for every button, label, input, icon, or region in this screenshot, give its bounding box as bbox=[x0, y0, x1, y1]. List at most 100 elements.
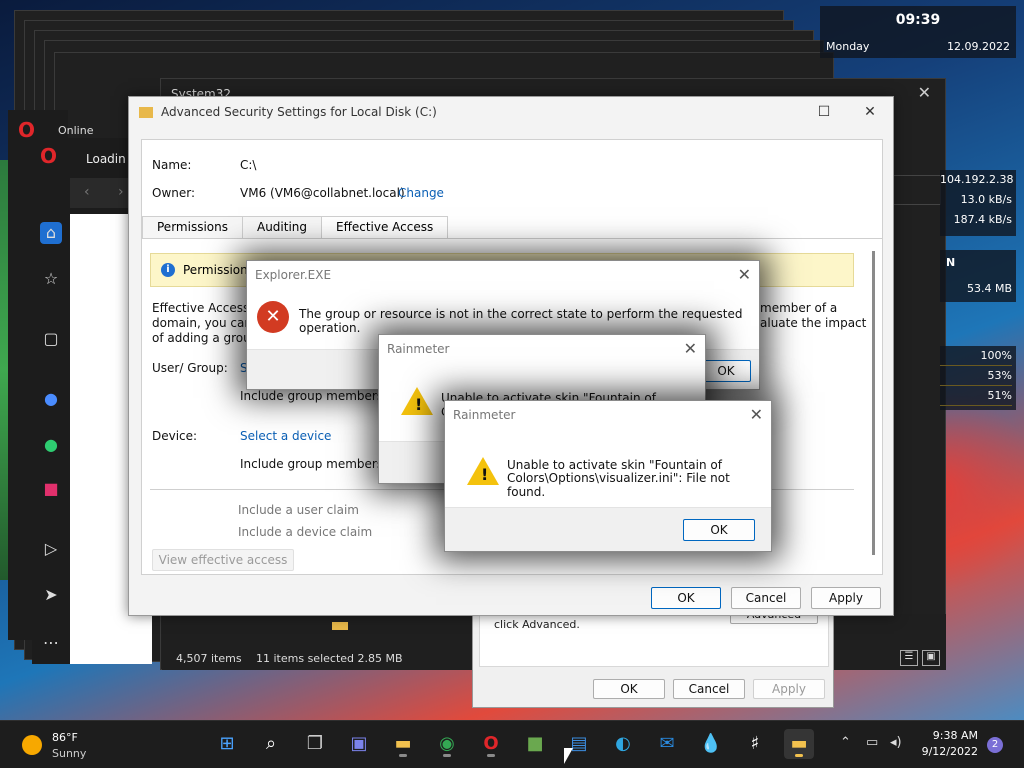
apply-button[interactable]: Apply bbox=[753, 679, 825, 699]
properties-dialog[interactable]: click Advanced. Advanced OK Cancel Apply bbox=[472, 600, 834, 708]
maximize-icon[interactable]: ☐ bbox=[801, 97, 847, 127]
weather-temperature[interactable]: 86°F bbox=[52, 731, 78, 744]
loading-tab-title: Loadin bbox=[86, 152, 126, 166]
messenger-icon[interactable]: ● bbox=[40, 388, 62, 410]
change-owner-link[interactable]: Change bbox=[398, 186, 444, 200]
home-icon[interactable]: ⌂ bbox=[40, 222, 62, 244]
instagram-icon[interactable]: ■ bbox=[40, 478, 62, 500]
tab-effective-access[interactable]: Effective Access bbox=[321, 216, 449, 238]
send-icon[interactable]: ➤ bbox=[40, 584, 62, 606]
close-icon[interactable]: ✕ bbox=[918, 83, 931, 102]
name-value: C:\ bbox=[240, 158, 257, 172]
cpu-core-3: 51% bbox=[940, 386, 1012, 406]
dialog-title: Explorer.EXE bbox=[255, 268, 332, 282]
memory-label: N bbox=[946, 256, 956, 269]
rainmeter-clock-widget[interactable]: 09:39 Monday 12.09.2022 bbox=[820, 6, 1016, 58]
description-line: member of a bbox=[760, 301, 838, 315]
title-bar[interactable]: Advanced Security Settings for Local Dis… bbox=[129, 97, 893, 127]
view-effective-access-button[interactable]: View effective access bbox=[152, 549, 294, 571]
item-count: 4,507 items bbox=[176, 652, 242, 665]
task-view-icon[interactable]: ❐ bbox=[300, 729, 330, 759]
details-view-icon[interactable]: ☰ bbox=[900, 650, 918, 666]
banner-text: Permission bbox=[183, 263, 248, 277]
opera-icon[interactable]: O bbox=[476, 729, 506, 759]
folder-icon bbox=[139, 106, 153, 118]
owner-value: VM6 (VM6@collabnet.local) bbox=[240, 186, 405, 200]
search-icon[interactable]: ⌕ bbox=[256, 729, 286, 759]
network-icon[interactable]: ▭ bbox=[866, 735, 878, 750]
clock-time[interactable]: 9:38 AM bbox=[924, 729, 978, 742]
select-device-link[interactable]: Select a device bbox=[240, 429, 331, 443]
whatsapp-icon[interactable]: ● bbox=[40, 434, 62, 456]
tiles-view-icon[interactable]: ▣ bbox=[922, 650, 940, 666]
dialog-title: Rainmeter bbox=[387, 342, 450, 356]
minecraft-icon[interactable]: ■ bbox=[520, 729, 550, 759]
mouse-cursor-icon bbox=[564, 748, 573, 764]
forward-icon[interactable]: › bbox=[118, 184, 124, 200]
ok-button[interactable]: OK bbox=[683, 519, 755, 541]
file-explorer-active-icon[interactable]: ▬ bbox=[784, 729, 814, 759]
dialog-footer: OK bbox=[445, 507, 771, 551]
cancel-button[interactable]: Cancel bbox=[731, 587, 801, 609]
volume-icon[interactable]: ◂) bbox=[890, 735, 902, 750]
close-icon[interactable]: ✕ bbox=[738, 265, 751, 284]
notification-badge[interactable]: 2 bbox=[987, 737, 1003, 753]
file-explorer-icon[interactable]: ▬ bbox=[388, 729, 418, 759]
sun-weather-icon[interactable] bbox=[22, 735, 42, 755]
error-message-line2: Colors\Options\visualizer.ini": File not… bbox=[507, 471, 730, 499]
speed-dial-icon[interactable]: ☆ bbox=[40, 268, 62, 290]
description-line: aluate the impact bbox=[760, 316, 867, 330]
cpu-core-2: 53% bbox=[940, 366, 1012, 386]
include-group-membership[interactable]: Include group membershi bbox=[240, 389, 394, 403]
description-line: Effective Access a bbox=[152, 301, 261, 315]
rainmeter-cpu-widget[interactable]: 100% 53% 51% bbox=[940, 346, 1016, 410]
start-windows-icon[interactable]: ⊞ bbox=[212, 729, 242, 759]
app-icon[interactable]: ♯ bbox=[740, 729, 770, 759]
rainmeter-memory-widget[interactable]: N 53.4 MB bbox=[940, 250, 1016, 302]
edge-icon[interactable]: ◐ bbox=[608, 729, 638, 759]
ip-address: 104.192.2.38 bbox=[940, 173, 1014, 186]
selection-info: 11 items selected 2.85 MB bbox=[256, 652, 403, 665]
close-icon[interactable]: ✕ bbox=[684, 339, 697, 358]
name-label: Name: bbox=[152, 158, 192, 172]
rainmeter-network-widget[interactable]: 104.192.2.38 13.0 kB/s 187.4 kB/s bbox=[940, 170, 1016, 236]
tab-permissions[interactable]: Permissions bbox=[142, 216, 243, 238]
more-icon[interactable]: ⋯ bbox=[40, 632, 62, 654]
warning-icon-mark: ! bbox=[415, 395, 423, 414]
cancel-button[interactable]: Cancel bbox=[673, 679, 745, 699]
include-user-claim-link[interactable]: Include a user claim bbox=[238, 503, 359, 517]
close-icon[interactable]: ✕ bbox=[847, 97, 893, 127]
apply-button[interactable]: Apply bbox=[811, 587, 881, 609]
chat-icon[interactable]: ▣ bbox=[344, 729, 374, 759]
close-icon[interactable]: ✕ bbox=[750, 405, 763, 424]
error-message: The group or resource is not in the corr… bbox=[299, 307, 743, 335]
advanced-hint: click Advanced. bbox=[494, 618, 580, 631]
tab-auditing[interactable]: Auditing bbox=[241, 216, 323, 238]
include-device-claim-link[interactable]: Include a device claim bbox=[238, 525, 372, 539]
weather-description[interactable]: Sunny bbox=[52, 747, 86, 760]
taskbar: 86°F Sunny ⊞ ⌕ ❐ ▣ ▬ ◉ O ■ ▤ ◐ ✉ 💧 ♯ ▬ ⌃… bbox=[0, 720, 1024, 768]
ok-button[interactable]: OK bbox=[701, 360, 751, 382]
player-icon[interactable]: ▷ bbox=[40, 538, 62, 560]
device-label: Device: bbox=[152, 429, 198, 443]
download-rate: 187.4 kB/s bbox=[953, 213, 1012, 226]
clock-date: 12.09.2022 bbox=[947, 40, 1010, 53]
warning-icon-mark: ! bbox=[481, 465, 489, 484]
shopping-bag-icon[interactable]: ▢ bbox=[40, 328, 62, 350]
scrollbar[interactable] bbox=[872, 251, 875, 555]
clock-date[interactable]: 9/12/2022 bbox=[920, 745, 978, 758]
tab-strip: Permissions Auditing Effective Access bbox=[142, 216, 449, 238]
chrome-icon[interactable]: ◉ bbox=[432, 729, 462, 759]
description-line: domain, you can bbox=[152, 316, 252, 330]
rainmeter-error-dialog[interactable]: Rainmeter ✕ ! Unable to activate skin "F… bbox=[444, 400, 772, 552]
back-icon[interactable]: ‹ bbox=[84, 184, 90, 200]
rainmeter-icon[interactable]: 💧 bbox=[696, 729, 726, 759]
include-group-membership[interactable]: Include group membershi bbox=[240, 457, 394, 471]
description-line: of adding a group bbox=[152, 331, 259, 345]
ok-button[interactable]: OK bbox=[593, 679, 665, 699]
mail-icon[interactable]: ✉ bbox=[652, 729, 682, 759]
info-icon: i bbox=[161, 263, 175, 277]
chevron-up-icon[interactable]: ⌃ bbox=[840, 735, 851, 750]
ok-button[interactable]: OK bbox=[651, 587, 721, 609]
folder-icon bbox=[332, 622, 348, 630]
